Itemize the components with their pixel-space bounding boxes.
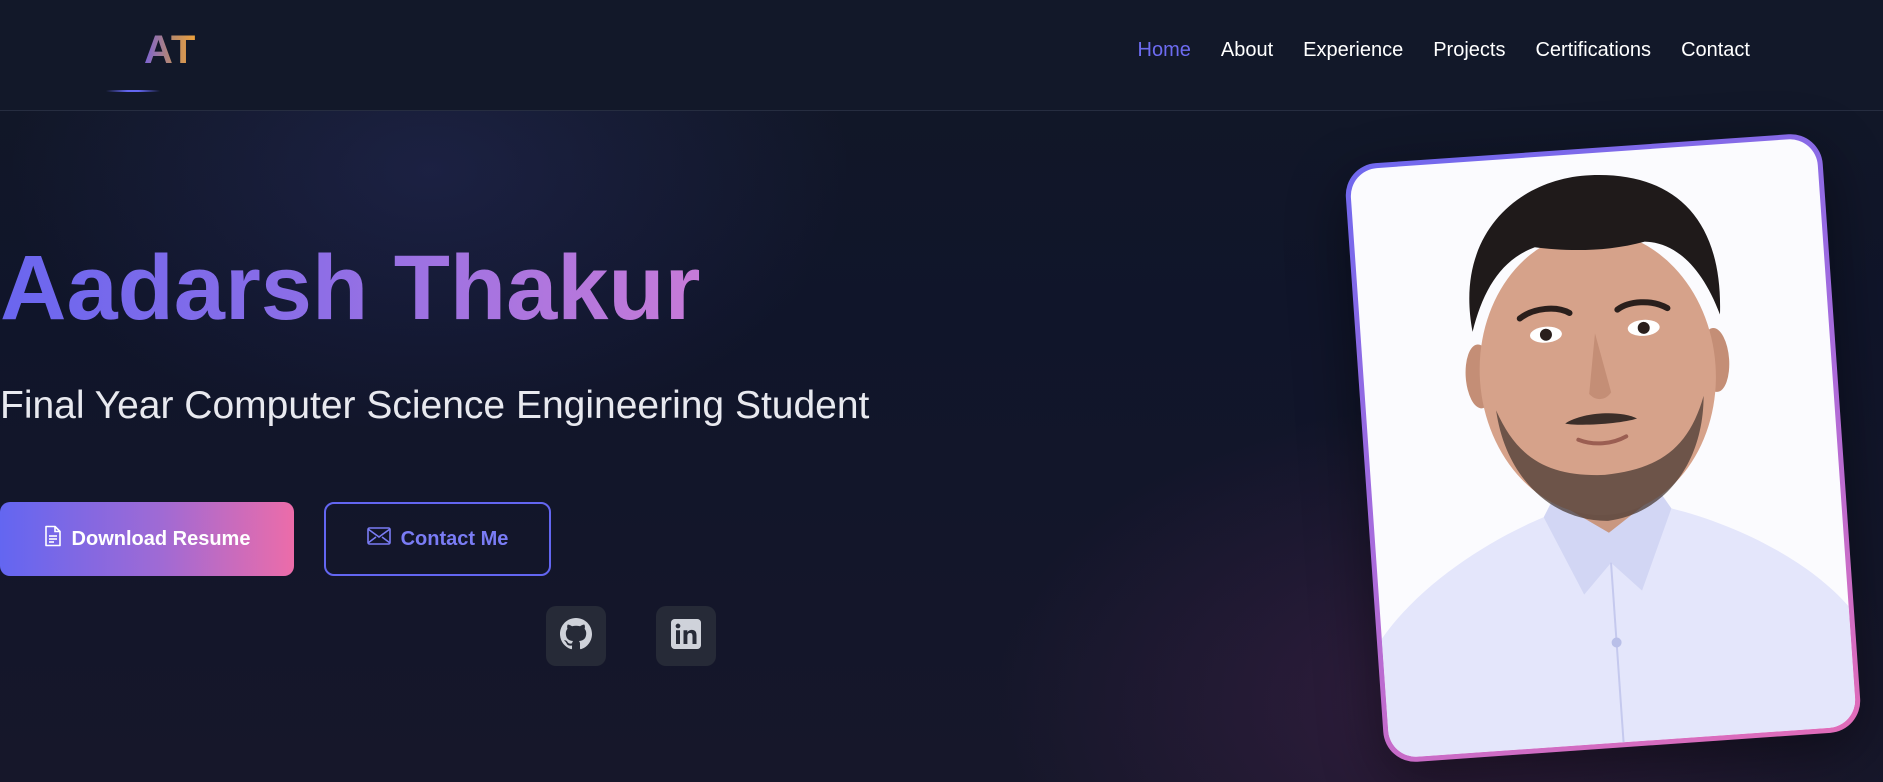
- profile-photo-frame: [1343, 132, 1863, 764]
- logo-underline: [106, 90, 160, 92]
- github-icon: [560, 617, 592, 655]
- logo[interactable]: AT: [144, 28, 196, 73]
- hero-subtitle: Final Year Computer Science Engineering …: [0, 384, 870, 427]
- nav-link-certifications[interactable]: Certifications: [1535, 38, 1651, 62]
- portfolio-page: AT Home About Experience Projects Certif…: [0, 0, 1883, 782]
- contact-me-button[interactable]: Contact Me: [324, 502, 551, 576]
- nav-link-contact[interactable]: Contact: [1681, 38, 1750, 62]
- linkedin-icon: [671, 618, 701, 654]
- document-icon: [44, 525, 62, 553]
- profile-photo: [1348, 137, 1858, 759]
- navbar: AT Home About Experience Projects Certif…: [0, 0, 1883, 111]
- download-resume-button[interactable]: Download Resume: [0, 502, 294, 576]
- nav-link-about[interactable]: About: [1221, 38, 1273, 62]
- nav-link-projects[interactable]: Projects: [1433, 38, 1505, 62]
- github-link[interactable]: [546, 606, 606, 666]
- nav-link-home[interactable]: Home: [1138, 38, 1191, 62]
- hero-name: Aadarsh Thakur: [0, 237, 701, 339]
- nav-link-experience[interactable]: Experience: [1303, 38, 1403, 62]
- nav-links: Home About Experience Projects Certifica…: [1138, 38, 1750, 62]
- mail-icon: [366, 527, 391, 551]
- linkedin-link[interactable]: [656, 606, 716, 666]
- download-resume-label: Download Resume: [71, 527, 251, 550]
- contact-me-label: Contact Me: [400, 527, 509, 550]
- profile-photo-illustration: [1381, 175, 1858, 759]
